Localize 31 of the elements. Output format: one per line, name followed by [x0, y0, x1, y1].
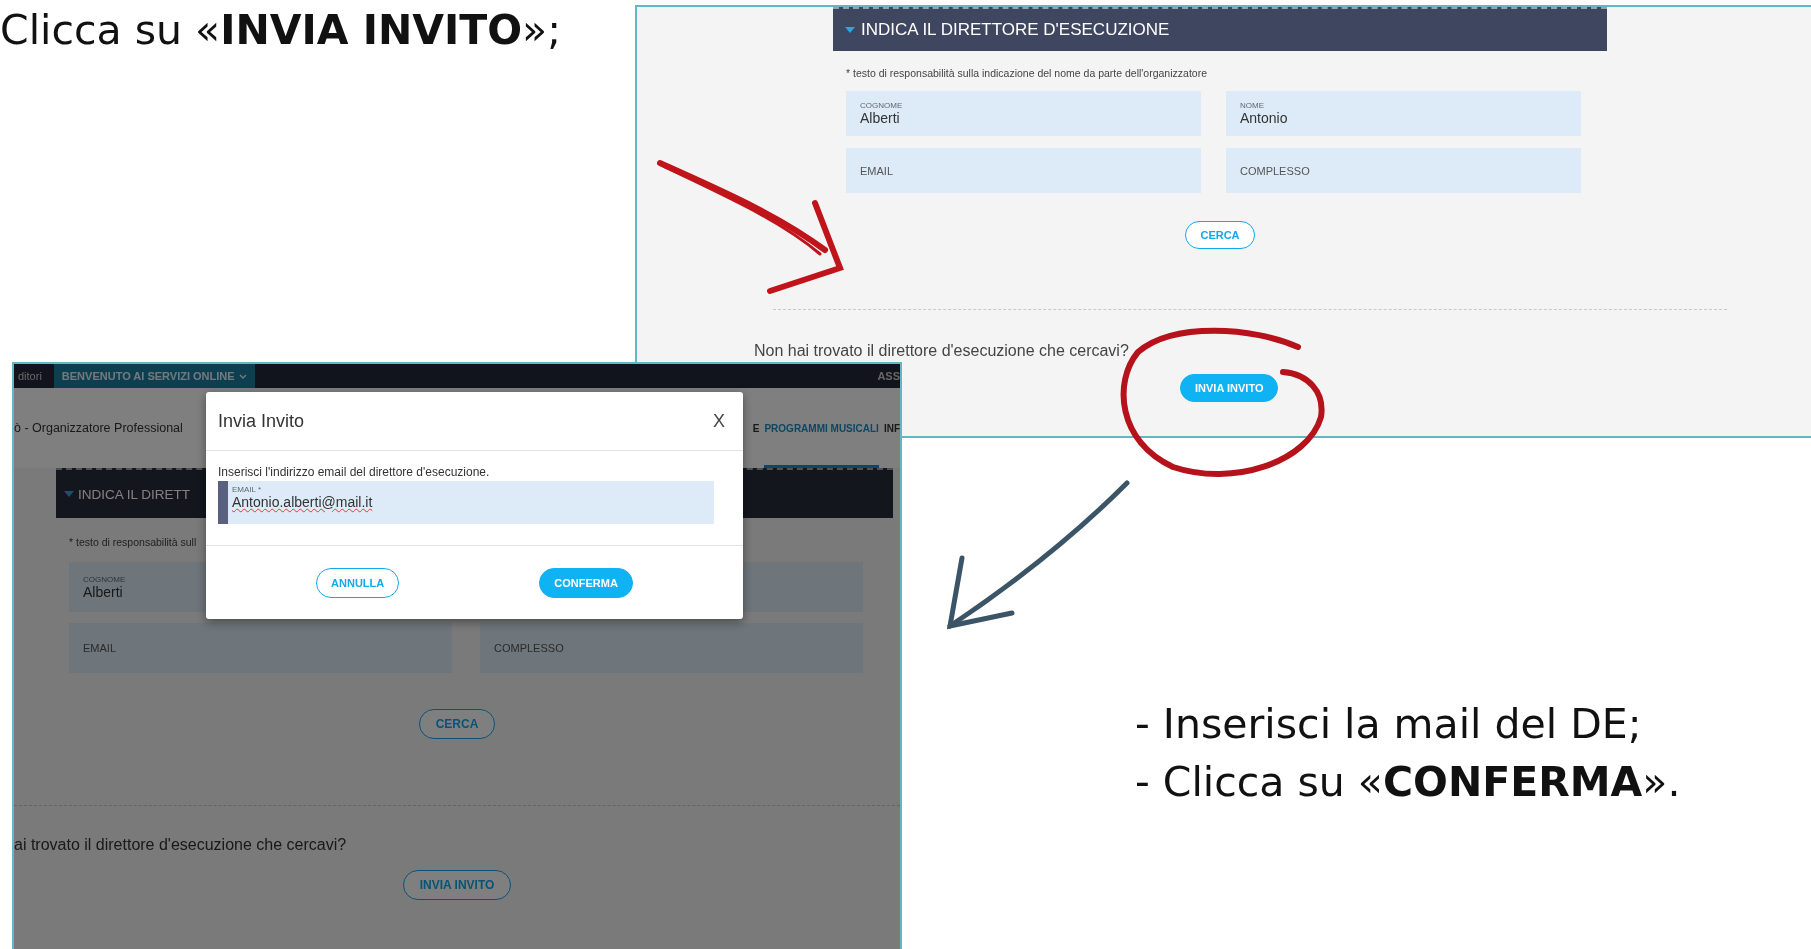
prompt-text: Inserisci l'indirizzo email del direttore d'esecuzione.: [218, 465, 491, 479]
menu-item[interactable]: BENVENUTO AI SERVIZI ONLINE: [53, 364, 255, 388]
input-field[interactable]: COMPLESSO: [1226, 148, 1581, 193]
question-text: Non hai trovato il direttore d'esecuzione che cercavi?: [754, 342, 1130, 360]
input-field[interactable]: COGNOME Alberti: [846, 91, 1201, 136]
input-field[interactable]: EMAIL: [69, 623, 452, 673]
section-header[interactable]: INDICA IL DIRETTORE D'ESECUZIONE: [833, 7, 1607, 51]
invite-button[interactable]: INVIA INVITO: [402, 870, 512, 900]
search-button[interactable]: CERCA: [418, 709, 496, 739]
instruction-text: Clicca su «INVIA INVITO»;: [0, 6, 561, 54]
dialog-title: Invia Invito: [218, 410, 305, 432]
instruction-text: - Clicca su «CONFERMA».: [1135, 757, 1681, 808]
instruction-text: - Inserisci la mail del DE;: [1135, 699, 1643, 750]
note-text: * testo di responsabilità sulla indicazione del nome da parte dell'organizzatore: [846, 67, 1208, 79]
search-button[interactable]: CERCA: [1185, 221, 1255, 249]
cancel-button[interactable]: ANNULLA: [316, 567, 400, 598]
note-text: * testo di responsabilità sull: [69, 536, 198, 548]
tab[interactable]: E: [752, 388, 760, 468]
input-field[interactable]: EMAIL: [846, 148, 1201, 193]
page-title: ò - Organizzatore Professional: [14, 421, 183, 435]
caret-icon: [238, 373, 247, 379]
input-field[interactable]: COMPLESSO: [480, 623, 863, 673]
close-button[interactable]: X: [707, 409, 731, 433]
email-field[interactable]: EMAIL * Antonio.alberti@mail.it: [218, 481, 714, 524]
menu-item[interactable]: ditori: [14, 364, 46, 388]
input-field[interactable]: NOME Antonio: [1226, 91, 1581, 136]
confirm-button[interactable]: CONFERMA: [539, 567, 633, 598]
tab[interactable]: INF: [883, 388, 900, 468]
invite-button[interactable]: INVIA INVITO: [1180, 374, 1279, 402]
question-text: ai trovato il direttore d'esecuzione che cercavi?: [14, 836, 348, 854]
menu-item[interactable]: ASS: [873, 364, 900, 388]
